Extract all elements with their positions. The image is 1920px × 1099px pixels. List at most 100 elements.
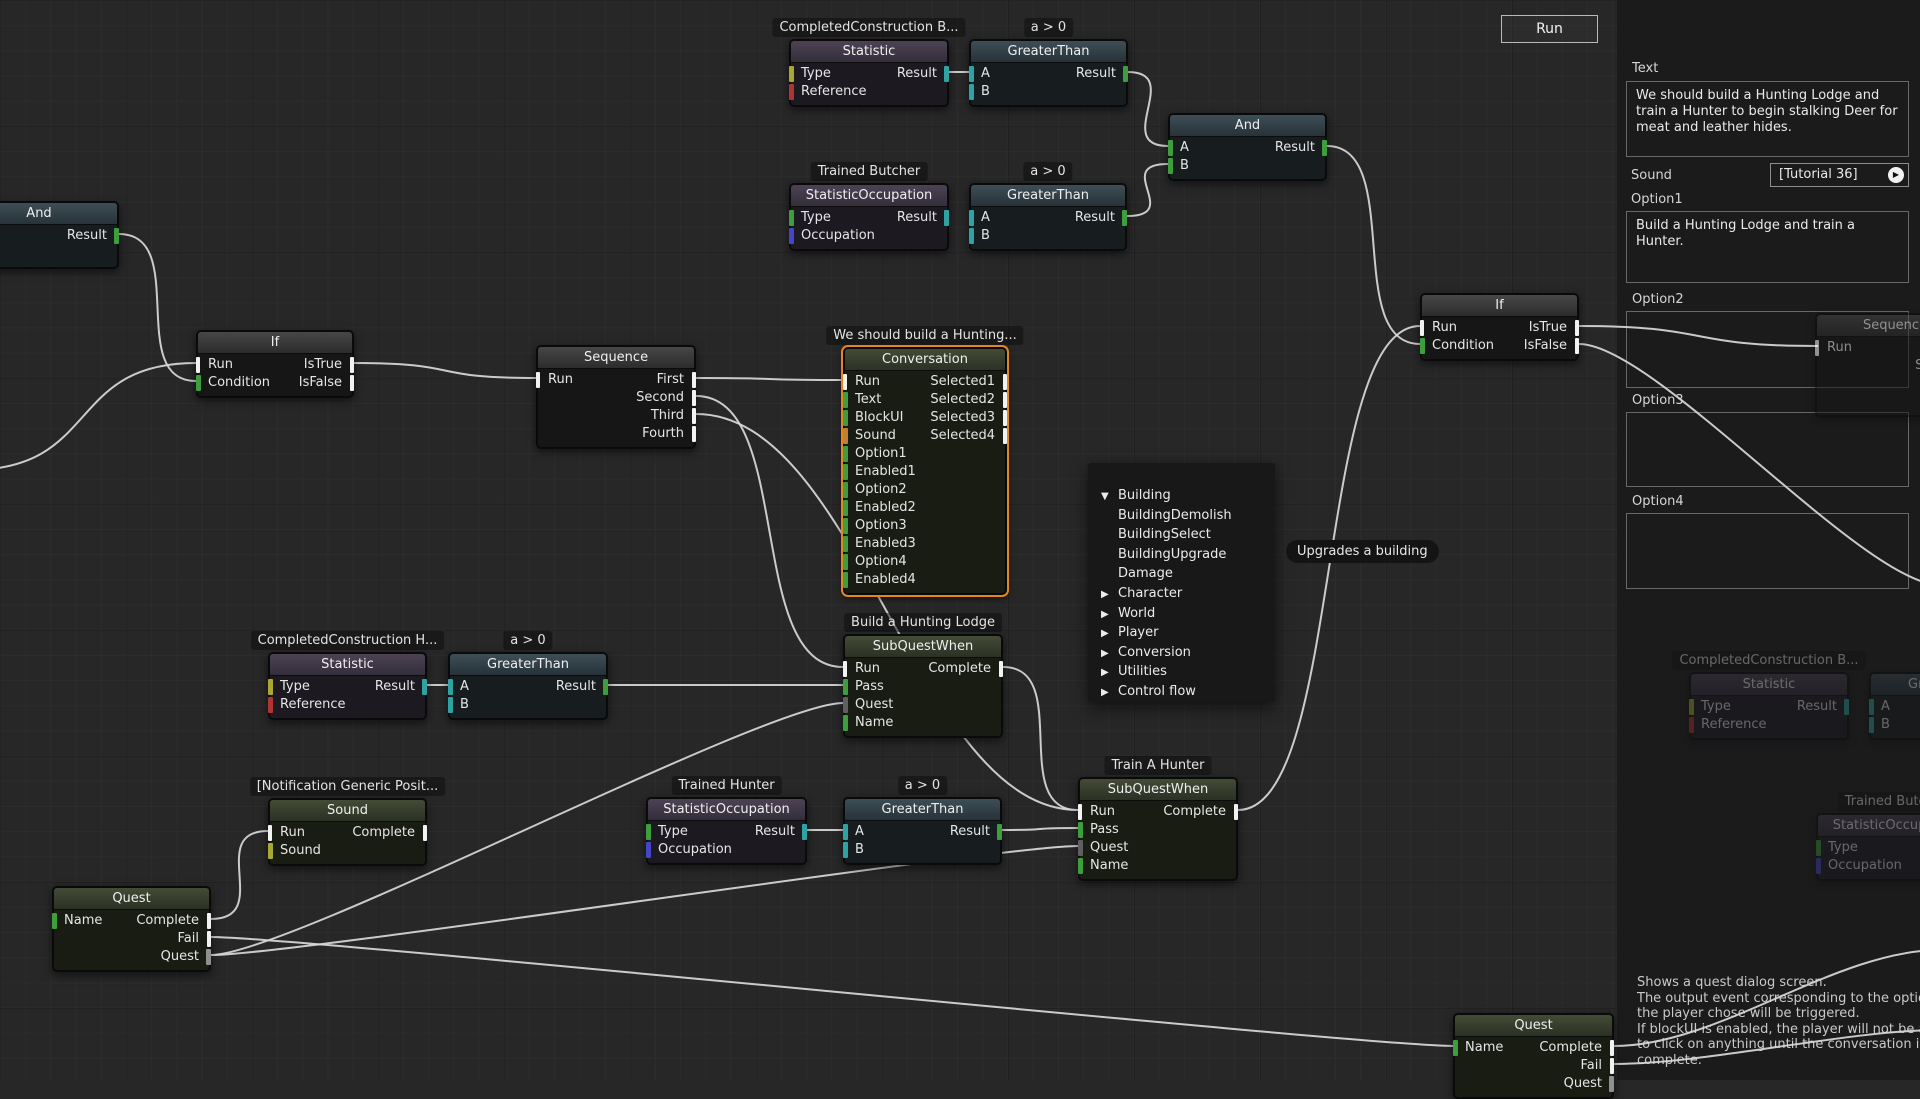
collapsed-arrow-icon[interactable]: ▶ [1101,663,1118,683]
selected2-output-pin[interactable] [1003,392,1007,408]
sound-input-pin[interactable] [843,428,848,444]
menu-item-character[interactable]: ▶Character [1088,584,1275,604]
collapsed-arrow-icon[interactable]: ▶ [1101,683,1118,702]
run-input-pin[interactable] [1078,804,1082,820]
selected4-output-pin[interactable] [1003,428,1007,444]
type-input-pin[interactable] [789,66,794,82]
second-output-pin[interactable] [692,390,696,406]
occupation-input-pin[interactable] [789,228,794,244]
text-input-pin[interactable] [843,392,848,408]
selected1-output-pin[interactable] [1003,374,1007,390]
result-output-pin[interactable] [802,824,807,840]
complete-output-pin[interactable] [1610,1040,1614,1056]
node-if-right[interactable]: IfRunIsTrueConditionIsFalse [1420,293,1579,361]
menu-item-world[interactable]: ▶World [1088,604,1275,624]
type-input-pin[interactable] [646,824,651,840]
graph-canvas[interactable]: CompletedConstruction B...StatisticTypeR… [0,0,1920,1080]
sound-input-pin[interactable] [268,843,273,859]
enabled2-input-pin[interactable] [843,500,848,516]
result-output-pin[interactable] [1322,140,1327,156]
node-quest-bottom-left[interactable]: QuestNameCompleteFailQuest [52,886,211,972]
node-palette-menu[interactable]: ▼BuildingBuildingDemolishBuildingSelectB… [1088,463,1275,702]
quest-input-pin[interactable] [843,697,848,713]
condition-input-pin[interactable] [1420,338,1425,354]
first-output-pin[interactable] [692,372,696,388]
result-output-pin[interactable] [1123,66,1128,82]
name-input-pin[interactable] [843,715,848,731]
expanded-arrow-icon[interactable]: ▼ [1101,487,1118,507]
a-input-pin[interactable] [843,824,848,840]
node-quest-bottom-right[interactable]: QuestNameCompleteFailQuest [1453,1013,1614,1099]
result-output-pin[interactable] [944,66,949,82]
quest-input-pin[interactable] [1078,840,1083,856]
fail-output-pin[interactable] [1610,1058,1614,1074]
node-greaterthan-top[interactable]: GreaterThanAResultB [969,39,1128,107]
node-statisticoccupation-butcher[interactable]: StatisticOccupationTypeResultOccupation [789,183,949,251]
complete-output-pin[interactable] [423,825,427,841]
node-subquestwhen-hunter[interactable]: SubQuestWhenRunCompletePassQuestName [1078,777,1238,881]
result-output-pin[interactable] [944,210,949,226]
result-output-pin[interactable] [1122,210,1127,226]
a-input-pin[interactable] [448,679,453,695]
istrue-output-pin[interactable] [1575,320,1579,336]
fail-output-pin[interactable] [207,931,211,947]
result-output-pin[interactable] [114,228,119,244]
node-statisticoccupation-hunter[interactable]: StatisticOccupationTypeResultOccupation [646,797,807,865]
a-input-pin[interactable] [969,210,974,226]
istrue-output-pin[interactable] [350,357,354,373]
node-statistic-completed-b[interactable]: StatisticTypeResultReference [789,39,949,107]
b-input-pin[interactable] [1168,158,1173,174]
reference-input-pin[interactable] [789,84,794,100]
type-input-pin[interactable] [789,210,794,226]
menu-item-buildingdemolish[interactable]: BuildingDemolish [1088,506,1275,526]
collapsed-arrow-icon[interactable]: ▶ [1101,605,1118,625]
node-conversation[interactable]: ConversationRunSelected1TextSelected2Blo… [843,347,1007,595]
result-output-pin[interactable] [422,679,427,695]
run-input-pin[interactable] [1815,340,1819,356]
menu-item-player[interactable]: ▶Player [1088,623,1275,643]
node-greaterthan-butcher[interactable]: GreaterThanAResultB [969,183,1127,251]
enabled3-input-pin[interactable] [843,536,848,552]
type-input-pin[interactable] [268,679,273,695]
complete-output-pin[interactable] [207,913,211,929]
run-input-pin[interactable] [843,661,847,677]
complete-output-pin[interactable] [999,661,1003,677]
blockui-input-pin[interactable] [843,410,848,426]
node-if-left[interactable]: IfRunIsTrueConditionIsFalse [196,330,354,398]
menu-item-damage[interactable]: Damage [1088,564,1275,584]
run-input-pin[interactable] [536,372,540,388]
node-sequence[interactable]: SequenceRunFirstSecondThirdFourth [536,345,696,449]
node-sound[interactable]: SoundRunCompleteSound [268,798,427,866]
selected3-output-pin[interactable] [1003,410,1007,426]
b-input-pin[interactable] [969,84,974,100]
node-subquestwhen-lodge[interactable]: SubQuestWhenRunCompletePassQuestName [843,634,1003,738]
occupation-input-pin[interactable] [646,842,651,858]
option1-input-pin[interactable] [843,446,848,462]
menu-item-buildingselect[interactable]: BuildingSelect [1088,525,1275,545]
node-greaterthan-hunter[interactable]: GreaterThanAResultB [843,797,1002,865]
menu-item-utilities[interactable]: ▶Utilities [1088,662,1275,682]
name-input-pin[interactable] [1078,858,1083,874]
collapsed-arrow-icon[interactable]: ▶ [1101,624,1118,644]
quest-output-pin[interactable] [206,949,211,965]
run-input-pin[interactable] [843,374,847,390]
name-input-pin[interactable] [1453,1040,1458,1056]
option3-input-pin[interactable] [843,518,848,534]
complete-output-pin[interactable] [1234,804,1238,820]
node-and-left[interactable]: AndAResultB [0,201,119,269]
run-button[interactable]: Run [1501,15,1598,43]
collapsed-arrow-icon[interactable]: ▶ [1101,585,1118,605]
menu-item-building[interactable]: ▼Building [1088,486,1275,506]
a-input-pin[interactable] [969,66,974,82]
menu-item-conversion[interactable]: ▶Conversion [1088,643,1275,663]
option4-input-pin[interactable] [843,554,848,570]
isfalse-output-pin[interactable] [1575,338,1579,354]
isfalse-output-pin[interactable] [350,375,354,391]
b-input-pin[interactable] [448,697,453,713]
enabled1-input-pin[interactable] [843,464,848,480]
reference-input-pin[interactable] [268,697,273,713]
menu-item-control-flow[interactable]: ▶Control flow [1088,682,1275,702]
third-output-pin[interactable] [692,408,696,424]
fourth-output-pin[interactable] [692,426,696,442]
collapsed-arrow-icon[interactable]: ▶ [1101,644,1118,664]
